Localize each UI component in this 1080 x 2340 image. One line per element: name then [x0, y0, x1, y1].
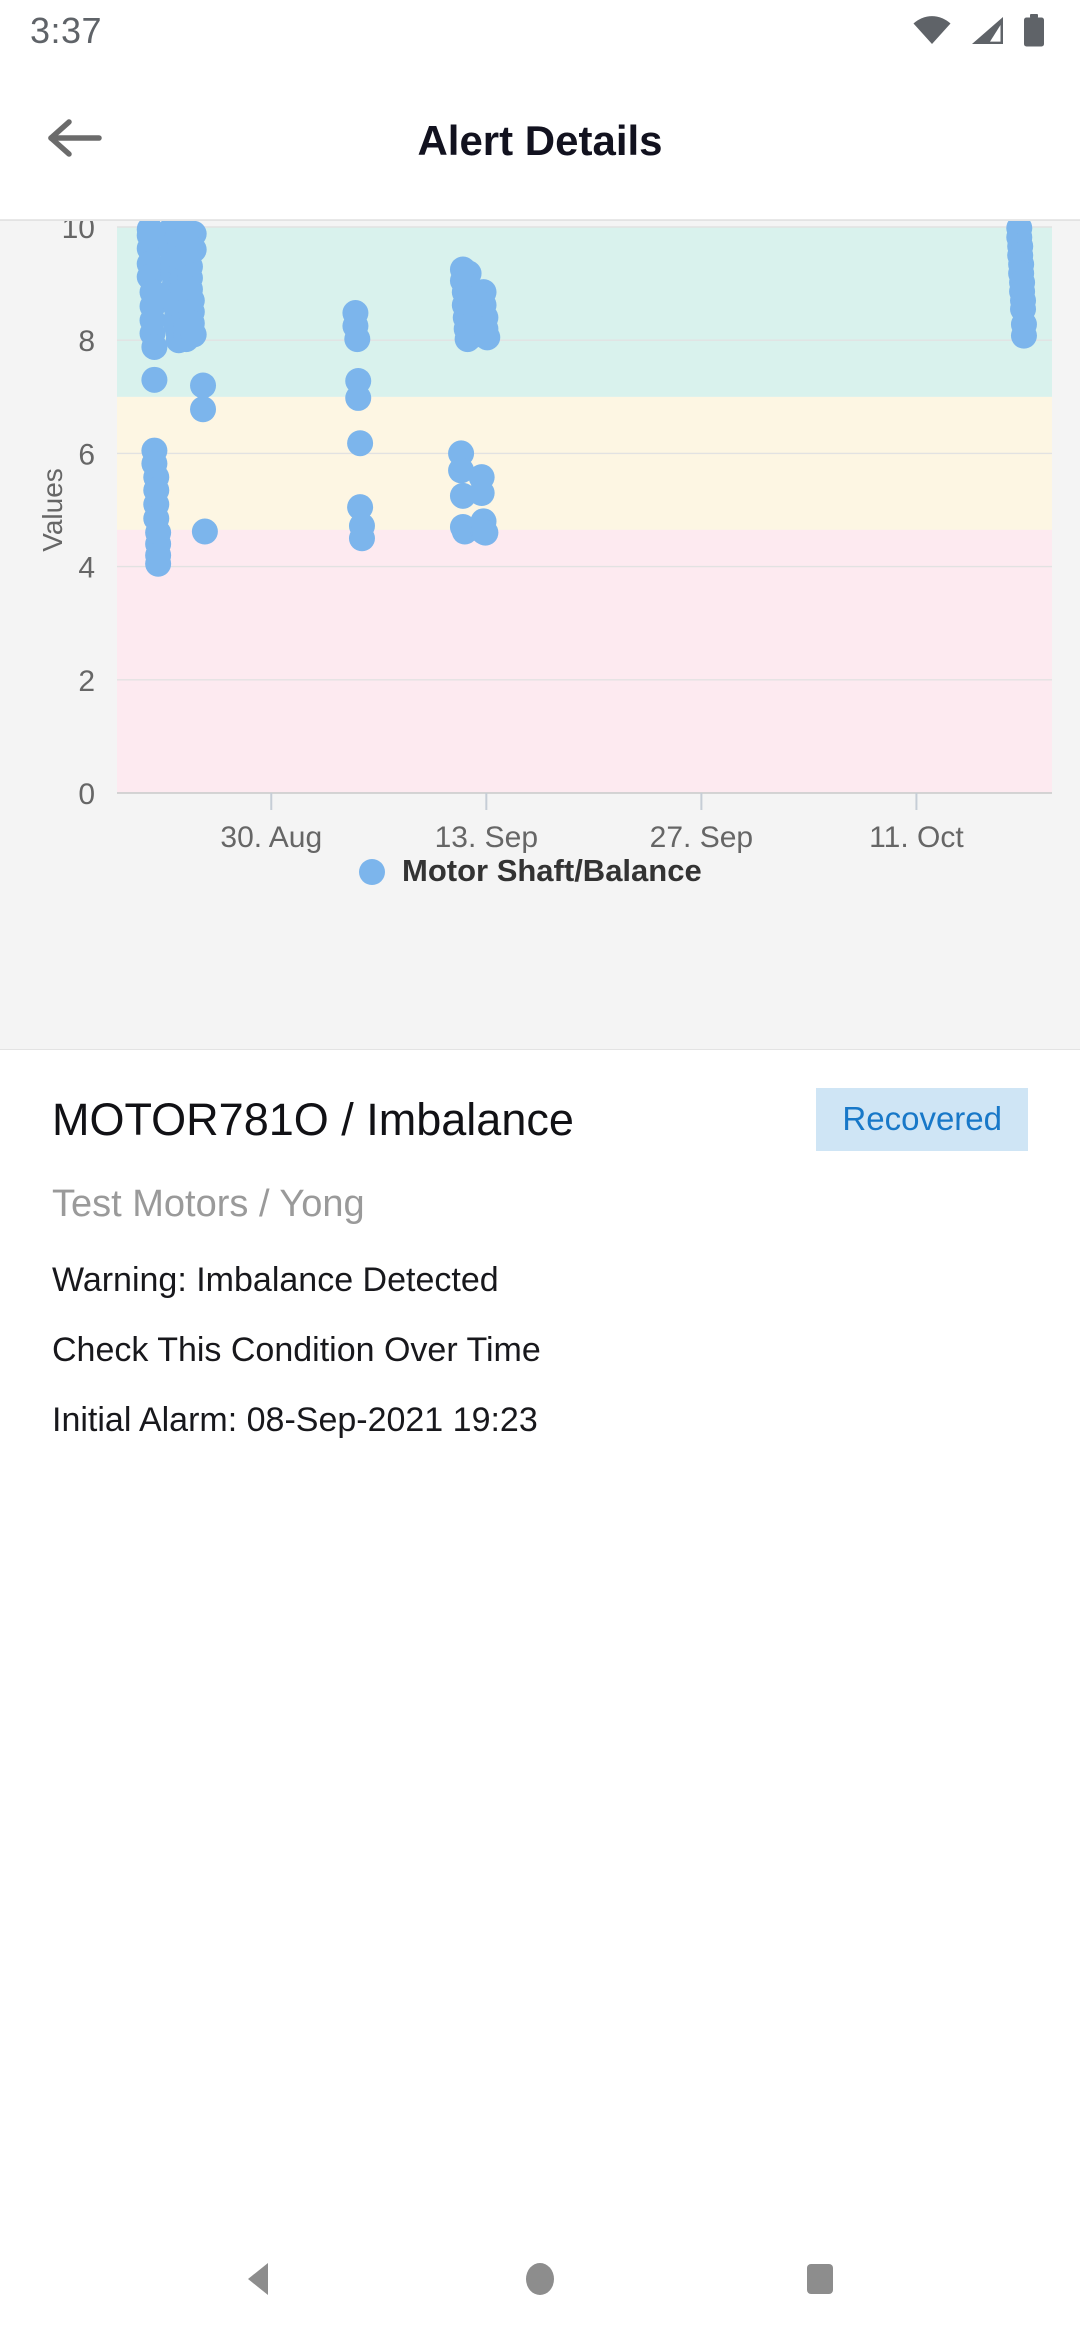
data-point[interactable]	[141, 366, 168, 393]
data-point[interactable]	[348, 525, 375, 552]
y-axis-tick-label: 6	[78, 438, 95, 471]
alert-trend-chart[interactable]: 0 2 4 6 8 10 Values 30. Aug 13. Sep 27. Sep 11. Oc…	[0, 220, 1080, 1050]
status-bar: 3:37	[0, 0, 1080, 62]
wifi-icon	[912, 16, 952, 46]
data-point[interactable]	[141, 333, 168, 360]
data-point[interactable]	[180, 236, 207, 263]
data-point[interactable]	[145, 550, 172, 577]
data-point[interactable]	[345, 384, 372, 411]
y-axis-tick-label: 2	[78, 665, 95, 698]
y-axis-title: Values	[37, 468, 68, 552]
alert-header-row: MOTOR781O / Imbalance Recovered	[52, 1088, 1028, 1151]
alert-title: MOTOR781O / Imbalance	[52, 1094, 574, 1145]
alert-line-initial-alarm: Initial Alarm: 08-Sep-2021 19:23	[52, 1401, 538, 1439]
legend-label: Motor Shaft/Balance	[402, 853, 702, 888]
chart-svg: 0 2 4 6 8 10 Values 30. Aug 13. Sep 27. Sep 11. Oc…	[0, 221, 1080, 1049]
data-point[interactable]	[474, 324, 501, 351]
data-point[interactable]	[344, 326, 371, 353]
data-point[interactable]	[472, 519, 499, 546]
data-point[interactable]	[190, 372, 217, 399]
cellular-signal-icon	[969, 16, 1005, 46]
nav-recents-icon	[798, 2257, 842, 2306]
battery-icon	[1022, 14, 1046, 48]
alert-line-warning: Warning: Imbalance Detected	[52, 1261, 499, 1299]
alert-details-section: MOTOR781O / Imbalance Recovered Test Mot…	[0, 1050, 1080, 1440]
x-axis-tick-label: 30. Aug	[220, 821, 322, 854]
data-point[interactable]	[1010, 322, 1037, 349]
nav-home-button[interactable]	[485, 2226, 595, 2336]
status-badge: Recovered	[816, 1088, 1028, 1151]
normal-band	[117, 227, 1052, 397]
data-point[interactable]	[190, 396, 217, 423]
legend-marker	[359, 859, 385, 885]
app-bar: Alert Details	[0, 62, 1080, 220]
y-axis-tick-label: 4	[78, 552, 95, 585]
alert-line-condition: Check This Condition Over Time	[52, 1331, 541, 1369]
alert-subtitle: Test Motors / Yong	[52, 1183, 365, 1225]
x-axis-tick-label: 11. Oct	[869, 821, 964, 854]
x-axis-tick-label: 27. Sep	[650, 821, 753, 854]
y-axis-tick-label: 10	[62, 221, 95, 245]
y-axis-tick-label: 0	[78, 778, 95, 811]
data-point[interactable]	[468, 480, 495, 507]
status-bar-icons	[912, 14, 1046, 48]
back-button[interactable]	[38, 104, 112, 178]
warning-band	[117, 396, 1052, 530]
data-point[interactable]	[347, 430, 374, 457]
nav-back-icon	[238, 2257, 282, 2306]
x-axis-tick-label: 13. Sep	[435, 821, 538, 854]
android-nav-bar	[0, 2222, 1080, 2340]
data-point[interactable]	[191, 518, 218, 545]
nav-home-icon	[518, 2257, 562, 2306]
nav-recents-button[interactable]	[765, 2226, 875, 2336]
status-bar-clock: 3:37	[30, 10, 103, 51]
data-point[interactable]	[180, 321, 207, 348]
legend-item[interactable]: Motor Shaft/Balance	[359, 853, 702, 888]
critical-band	[117, 529, 1052, 793]
nav-back-button[interactable]	[205, 2226, 315, 2336]
arrow-left-icon	[47, 116, 103, 165]
y-axis-tick-label: 8	[78, 325, 95, 358]
page-title: Alert Details	[417, 116, 663, 164]
